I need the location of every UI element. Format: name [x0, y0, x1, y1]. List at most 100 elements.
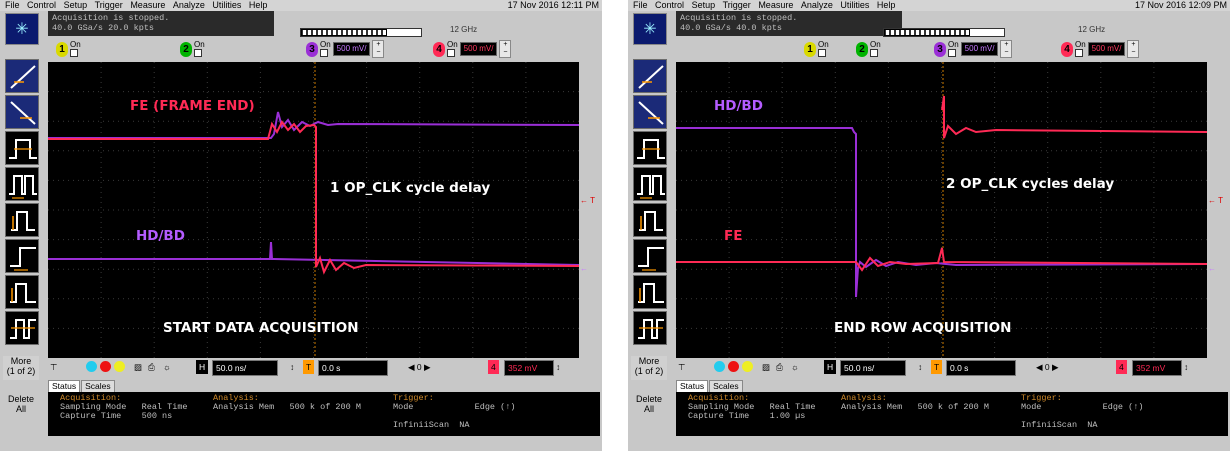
- menu-help[interactable]: Help: [877, 0, 896, 11]
- home-icon[interactable]: ✳: [633, 13, 667, 45]
- delete-all-button[interactable]: Delete All: [631, 394, 667, 418]
- waveform-display[interactable]: HD/BD 2 OP_CLK cycles delay FE END ROW A…: [676, 62, 1207, 358]
- stop-button[interactable]: [728, 361, 739, 372]
- falling-edge-icon[interactable]: [633, 95, 667, 129]
- menu-file[interactable]: File: [5, 0, 20, 11]
- glitch-trigger-icon[interactable]: [5, 167, 39, 201]
- channel-4[interactable]: 4 On 500 mV/ + −: [433, 39, 512, 59]
- ch1-badge[interactable]: 1: [56, 41, 68, 57]
- menu-control[interactable]: Control: [27, 0, 56, 11]
- ch4-checkbox[interactable]: [447, 49, 455, 57]
- menu-utilities[interactable]: Utilities: [840, 0, 869, 11]
- ch4-scale[interactable]: 500 mV/: [459, 42, 498, 56]
- menu-trigger[interactable]: Trigger: [723, 0, 751, 11]
- stop-button[interactable]: [100, 361, 111, 372]
- menu-control[interactable]: Control: [655, 0, 684, 11]
- delay-field[interactable]: 0.0 s: [318, 360, 388, 376]
- memory-bar[interactable]: [883, 28, 1005, 37]
- channel-3[interactable]: 3 On 500 mV/ + −: [934, 39, 1013, 59]
- menu-measure[interactable]: Measure: [758, 0, 793, 11]
- menu-setup[interactable]: Setup: [692, 0, 716, 11]
- transition-icon[interactable]: [633, 275, 667, 309]
- menu-setup[interactable]: Setup: [64, 0, 88, 11]
- menu-utilities[interactable]: Utilities: [212, 0, 241, 11]
- menu-file[interactable]: File: [633, 0, 648, 11]
- channel-1[interactable]: 1 On: [804, 39, 829, 59]
- ch1-checkbox[interactable]: [70, 49, 78, 57]
- single-button[interactable]: [742, 361, 753, 372]
- ch2-badge[interactable]: 2: [856, 41, 868, 57]
- setup-hold-icon[interactable]: [5, 203, 39, 237]
- timebase-spinner[interactable]: ↕: [918, 360, 922, 374]
- transition-icon[interactable]: [5, 275, 39, 309]
- setup-hold-icon[interactable]: [633, 203, 667, 237]
- autoscale-icon[interactable]: ▨: [762, 360, 770, 374]
- glitch-trigger-icon[interactable]: [633, 167, 667, 201]
- tab-scales[interactable]: Scales: [709, 380, 743, 392]
- home-icon[interactable]: ✳: [5, 13, 39, 45]
- tab-status[interactable]: Status: [48, 380, 81, 392]
- menu-analyze[interactable]: Analyze: [801, 0, 833, 11]
- tab-scales[interactable]: Scales: [81, 380, 115, 392]
- ch3-scale-spinner[interactable]: + −: [1000, 40, 1013, 58]
- waveform-display[interactable]: FE (FRAME END) 1 OP_CLK cycle delay HD/B…: [48, 62, 579, 358]
- ch4-badge[interactable]: 4: [1061, 41, 1073, 57]
- trigger-level-field[interactable]: 352 mV: [504, 360, 554, 376]
- channel-2[interactable]: 2 On: [180, 39, 205, 59]
- ch4-scale[interactable]: 500 mV/: [1087, 42, 1126, 56]
- more-button[interactable]: More (1 of 2): [631, 356, 667, 380]
- delay-field[interactable]: 0.0 s: [946, 360, 1016, 376]
- menu-measure[interactable]: Measure: [130, 0, 165, 11]
- pulse-width-icon[interactable]: [5, 131, 39, 165]
- clear-display-icon[interactable]: ☼: [163, 360, 171, 374]
- channel-1[interactable]: 1 On: [56, 39, 81, 59]
- trigger-level-spinner[interactable]: ↕: [556, 360, 560, 374]
- ch3-badge[interactable]: 3: [306, 41, 318, 57]
- menu-analyze[interactable]: Analyze: [173, 0, 205, 11]
- pulse-width-icon[interactable]: [633, 131, 667, 165]
- autoscale-icon[interactable]: ▨: [134, 360, 142, 374]
- print-icon[interactable]: ⎙: [776, 360, 783, 374]
- ch1-badge[interactable]: 1: [804, 41, 816, 57]
- menu-help[interactable]: Help: [249, 0, 268, 11]
- ch3-scale[interactable]: 500 mV/: [332, 42, 371, 56]
- more-button[interactable]: More (1 of 2): [3, 356, 39, 380]
- single-button[interactable]: [114, 361, 125, 372]
- trigger-level-spinner[interactable]: ↕: [1184, 360, 1188, 374]
- ch3-badge[interactable]: 3: [934, 41, 946, 57]
- ch3-checkbox[interactable]: [320, 49, 328, 57]
- menu-trigger[interactable]: Trigger: [95, 0, 123, 11]
- timeout-icon[interactable]: [5, 239, 39, 273]
- run-button[interactable]: [86, 361, 97, 372]
- timeout-icon[interactable]: [633, 239, 667, 273]
- trigger-mode-icon[interactable]: ⊤: [50, 360, 57, 374]
- rising-edge-icon[interactable]: [633, 59, 667, 93]
- timebase-spinner[interactable]: ↕: [290, 360, 294, 374]
- ch4-checkbox[interactable]: [1075, 49, 1083, 57]
- clear-display-icon[interactable]: ☼: [791, 360, 799, 374]
- ch3-scale-spinner[interactable]: + −: [372, 40, 385, 58]
- delete-all-button[interactable]: Delete All: [3, 394, 39, 418]
- channel-3[interactable]: 3 On 500 mV/ + −: [306, 39, 385, 59]
- ch4-scale-spinner[interactable]: + −: [1127, 40, 1140, 58]
- ch1-checkbox[interactable]: [818, 49, 826, 57]
- print-icon[interactable]: ⎙: [148, 360, 155, 374]
- rising-edge-icon[interactable]: [5, 59, 39, 93]
- delay-arrows[interactable]: ◀ 0 ▶: [1036, 360, 1059, 374]
- window-trigger-icon[interactable]: [633, 311, 667, 345]
- ch2-badge[interactable]: 2: [180, 41, 192, 57]
- ch2-checkbox[interactable]: [870, 49, 878, 57]
- ch4-scale-spinner[interactable]: + −: [499, 40, 512, 58]
- memory-bar[interactable]: [300, 28, 422, 37]
- falling-edge-icon[interactable]: [5, 95, 39, 129]
- trigger-mode-icon[interactable]: ⊤: [678, 360, 685, 374]
- run-button[interactable]: [714, 361, 725, 372]
- timebase-field[interactable]: 50.0 ns/: [212, 360, 278, 376]
- ch3-checkbox[interactable]: [948, 49, 956, 57]
- channel-2[interactable]: 2 On: [856, 39, 881, 59]
- ch2-checkbox[interactable]: [194, 49, 202, 57]
- tab-status[interactable]: Status: [676, 380, 709, 392]
- channel-4[interactable]: 4 On 500 mV/ + −: [1061, 39, 1140, 59]
- trigger-level-field[interactable]: 352 mV: [1132, 360, 1182, 376]
- delay-arrows[interactable]: ◀ 0 ▶: [408, 360, 431, 374]
